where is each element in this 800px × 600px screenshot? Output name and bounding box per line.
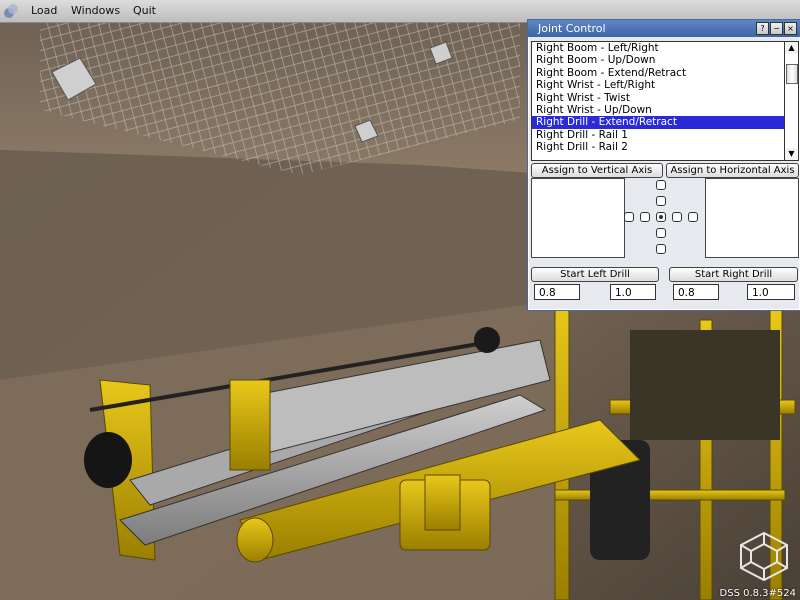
hex-logo-icon xyxy=(740,531,788,582)
joint-list-item[interactable]: Right Boom - Extend/Retract xyxy=(532,67,784,79)
app-logo-icon xyxy=(4,4,18,18)
version-label: DSS 0.8.3#524 xyxy=(719,588,796,599)
assign-horizontal-axis-button[interactable]: Assign to Horizontal Axis xyxy=(666,163,799,178)
joint-list-item[interactable]: Right Wrist - Up/Down xyxy=(532,104,784,116)
joy-up-2[interactable] xyxy=(656,180,666,190)
joy-left-1[interactable] xyxy=(640,212,650,222)
close-button[interactable]: × xyxy=(784,22,797,35)
joy-down-1[interactable] xyxy=(656,228,666,238)
help-button[interactable]: ? xyxy=(756,22,769,35)
menu-windows[interactable]: Windows xyxy=(71,4,120,17)
minimize-button[interactable]: − xyxy=(770,22,783,35)
start-right-drill-button[interactable]: Start Right Drill xyxy=(669,267,798,282)
joint-list[interactable]: Right Boom - Left/Right Right Boom - Up/D… xyxy=(531,41,785,161)
left-drill-value-2[interactable]: 1.0 xyxy=(610,284,656,300)
joint-list-item[interactable]: Right Boom - Left/Right xyxy=(532,42,784,54)
scroll-up-icon[interactable]: ▲ xyxy=(785,42,798,54)
joint-list-item[interactable]: Right Drill - Rail 2 xyxy=(532,141,784,153)
left-drill-value-1[interactable]: 0.8 xyxy=(534,284,580,300)
joy-right-2[interactable] xyxy=(688,212,698,222)
menu-load[interactable]: Load xyxy=(31,4,57,17)
joint-control-window: Joint Control ? − × Right Boom - Left/Ri… xyxy=(527,19,800,311)
horizontal-axis-pad[interactable] xyxy=(705,178,799,258)
assign-vertical-axis-button[interactable]: Assign to Vertical Axis xyxy=(531,163,663,178)
joy-right-1[interactable] xyxy=(672,212,682,222)
joy-center[interactable] xyxy=(656,212,666,222)
joint-list-item[interactable]: Right Drill - Rail 1 xyxy=(532,129,784,141)
joy-up-1[interactable] xyxy=(656,196,666,206)
joint-list-item[interactable]: Right Wrist - Twist xyxy=(532,92,784,104)
vertical-axis-pad[interactable] xyxy=(531,178,625,258)
scroll-down-icon[interactable]: ▼ xyxy=(785,148,798,160)
menu-quit[interactable]: Quit xyxy=(133,4,156,17)
joy-down-2[interactable] xyxy=(656,244,666,254)
joy-left-2[interactable] xyxy=(624,212,634,222)
joint-list-scrollbar[interactable]: ▲ ▼ xyxy=(784,41,799,161)
window-title: Joint Control xyxy=(538,22,606,35)
joint-list-item[interactable]: Right Wrist - Left/Right xyxy=(532,79,784,91)
start-left-drill-button[interactable]: Start Left Drill xyxy=(531,267,659,282)
right-drill-value-1[interactable]: 0.8 xyxy=(673,284,719,300)
joint-list-item[interactable]: Right Drill - Extend/Retract xyxy=(532,116,784,129)
joint-control-titlebar[interactable]: Joint Control ? − × xyxy=(528,20,800,37)
scroll-thumb[interactable] xyxy=(786,64,798,84)
right-drill-value-2[interactable]: 1.0 xyxy=(747,284,795,300)
joint-list-item[interactable]: Right Boom - Up/Down xyxy=(532,54,784,66)
